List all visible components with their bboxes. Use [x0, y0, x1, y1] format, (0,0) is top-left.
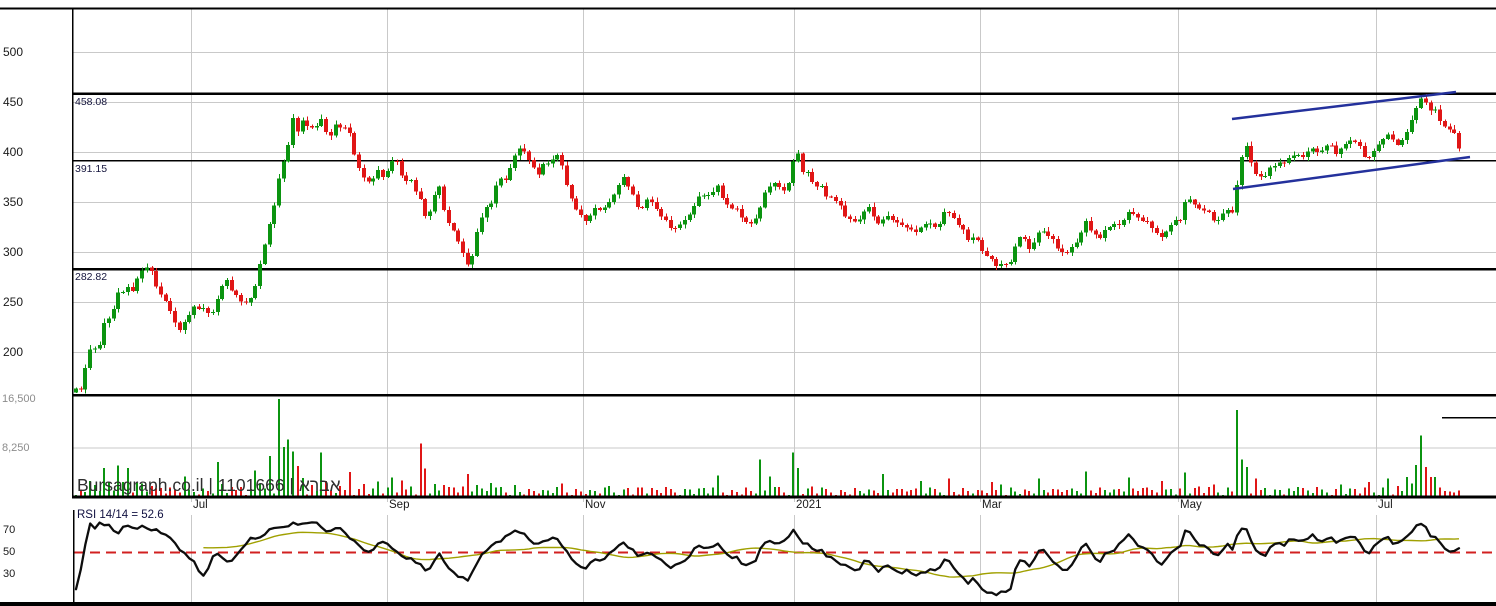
volume-axis-label: 8,250 — [2, 441, 30, 454]
rsi-axis-label: 50 — [3, 545, 16, 558]
rsi-axis-label: 70 — [3, 523, 16, 536]
price-level-label: 391.15 — [75, 162, 108, 175]
month-axis-label: May — [1180, 499, 1202, 511]
month-axis-label: Sep — [389, 499, 410, 511]
month-axis-label: Jul — [193, 499, 208, 511]
watermark-title: Bursagraph.co.il | 1101666 | אברא — [77, 475, 341, 495]
price-axis-label: 500 — [3, 45, 24, 59]
price-axis-label: 400 — [3, 145, 24, 159]
volume-axis-label: 16,500 — [2, 392, 36, 405]
month-axis-label: Nov — [585, 499, 606, 511]
price-axis-label: 350 — [3, 195, 24, 209]
price-axis-label: 300 — [3, 245, 24, 259]
month-axis-label: Jul — [1378, 499, 1393, 511]
price-level-label: 282.82 — [75, 271, 108, 284]
month-axis-label: Mar — [982, 499, 1002, 511]
price-axis-label: 250 — [3, 295, 24, 309]
stock-chart-window: Bursagraph.co.il | 1101666 | אברא RSI 14… — [0, 0, 1496, 606]
rsi-indicator-label: RSI 14/14 = 52.6 — [77, 509, 164, 521]
price-axis-label: 450 — [3, 95, 24, 109]
candlestick-volume-rsi-plot — [0, 7, 1496, 606]
rsi-axis-label: 30 — [3, 567, 16, 580]
month-axis-label: 2021 — [796, 499, 822, 511]
price-axis-label: 200 — [3, 345, 24, 359]
price-level-label: 458.08 — [75, 95, 108, 108]
